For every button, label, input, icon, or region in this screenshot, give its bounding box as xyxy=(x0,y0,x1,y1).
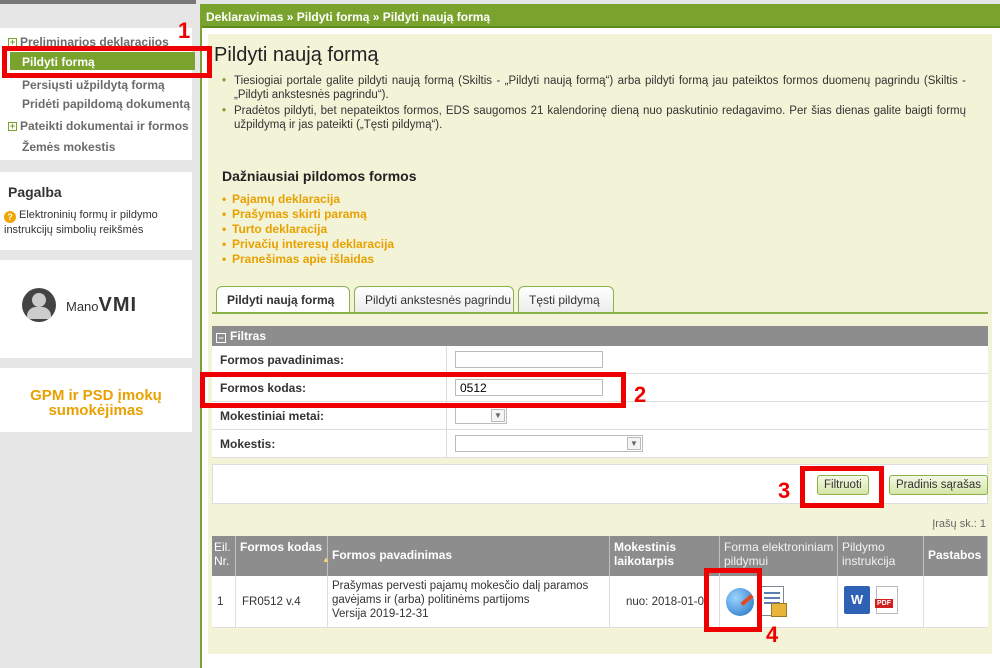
tax-select[interactable]: ▼ xyxy=(455,435,643,452)
frequent-form-link[interactable]: Prašymas skirti paramą xyxy=(222,207,394,222)
info-list: Tiesiogiai portale galite pildyti naują … xyxy=(222,74,966,134)
nav-item-label: Pridėti papildomą dokumentą xyxy=(22,97,191,111)
annotation-box-3 xyxy=(800,466,884,508)
content-panel: Pildyti naują formą Tiesiogiai portale g… xyxy=(208,34,992,654)
info-item: Tiesiogiai portale galite pildyti naują … xyxy=(222,74,966,102)
form-name-line1: Prašymas pervesti pajamų mokesčio dalį p… xyxy=(332,580,589,592)
annotation-box-1 xyxy=(2,46,212,78)
frequent-form-link[interactable]: Pranešimas apie išlaidas xyxy=(222,252,394,267)
breadcrumb: Deklaravimas » Pildyti formą » Pildyti n… xyxy=(206,10,491,24)
annotation-number-1: 1 xyxy=(178,18,191,43)
tab-fill-based-on-previous[interactable]: Pildyti ankstesnės pagrindu xyxy=(354,286,514,312)
col-header-code[interactable]: Formos kodas ▲ xyxy=(236,536,330,576)
filter-title: Filtras xyxy=(230,329,267,343)
user-avatar-icon xyxy=(22,288,56,322)
nav-item-add-document[interactable]: Pridėti papildomą dokumentą xyxy=(22,97,190,111)
question-icon: ? xyxy=(4,211,16,223)
frequent-forms-title: Dažniausiai pildomos formos xyxy=(222,168,417,184)
chevron-down-icon: ▼ xyxy=(491,409,505,422)
nav-item-send-filled-form[interactable]: Persiųsti užpildytą formą xyxy=(22,78,165,92)
page-title: Pildyti naują formą xyxy=(214,44,379,66)
results-table-header: Eil. Nr. Formos kodas ▲ Formos pavadinim… xyxy=(212,536,988,576)
col-header-notes: Pastabos xyxy=(924,536,988,576)
cell-instruction: W PDF xyxy=(838,576,924,628)
tax-year-select[interactable]: ▼ xyxy=(455,407,507,424)
help-link[interactable]: ? Elektroninių formų ir pildymo instrukci… xyxy=(4,208,192,237)
form-version: Versija 2019-12-31 xyxy=(332,608,429,620)
form-name-input[interactable] xyxy=(455,351,603,368)
annotation-box-4 xyxy=(704,568,762,632)
frequent-form-link[interactable]: Privačių interesų deklaracija xyxy=(222,237,394,252)
gpm-payment-banner[interactable]: GPM ir PSD įmokų sumokėjimas xyxy=(0,368,192,432)
expand-icon[interactable]: + xyxy=(8,122,17,131)
help-box: Pagalba ? Elektroninių formų ir pildymo i… xyxy=(0,172,192,250)
frequent-form-link[interactable]: Turto deklaracija xyxy=(222,222,394,237)
cell-name: Prašymas pervesti pajamų mokesčio dalį p… xyxy=(328,576,610,628)
nav-item-land-tax[interactable]: Žemės mokestis xyxy=(22,140,115,154)
nav-item-label: Žemės mokestis xyxy=(22,140,116,154)
frequent-form-link[interactable]: Pajamų deklaracija xyxy=(222,192,394,207)
help-title: Pagalba xyxy=(8,184,62,200)
form-name-line2: gavėjams ir (arba) politinėms partijoms xyxy=(332,594,530,606)
tabs-divider xyxy=(212,312,988,314)
manovmi-logo-text: ManoVMI xyxy=(66,294,137,317)
cell-no: 1 xyxy=(212,576,236,628)
sidebar-top-line xyxy=(0,0,196,4)
gpm-line1: GPM ir PSD įmokų xyxy=(30,387,162,404)
tax-cell: ▼ xyxy=(446,430,988,458)
cell-notes xyxy=(924,576,988,628)
pdf-icon[interactable]: PDF xyxy=(875,586,898,614)
nav-item-label: Persiųsti užpildytą formą xyxy=(22,78,165,92)
tax-label: Mokestis: xyxy=(220,437,276,451)
tax-year-label: Mokestiniai metai: xyxy=(220,409,325,423)
manovmi-prefix: Mano xyxy=(66,299,99,314)
manovmi-banner[interactable]: ManoVMI xyxy=(0,260,192,358)
breadcrumb-bar: Deklaravimas » Pildyti formą » Pildyti n… xyxy=(202,4,1000,28)
tab-fill-new-form[interactable]: Pildyti naują formą xyxy=(216,286,350,314)
info-item: Pradėtos pildyti, bet nepateiktos formos… xyxy=(222,104,966,132)
nav-item-submitted-documents[interactable]: + Pateikti dokumentai ir formos xyxy=(8,119,189,133)
cell-code: FR0512 v.4 xyxy=(236,576,328,628)
form-name-label: Formos pavadinimas: xyxy=(220,353,345,367)
table-row: 1 FR0512 v.4 Prašymas pervesti pajamų mo… xyxy=(212,576,988,628)
help-link-label: Elektroninių formų ir pildymo instrukcij… xyxy=(4,209,158,236)
sign-document-icon[interactable] xyxy=(760,586,787,617)
tab-continue-filling[interactable]: Tęsti pildymą xyxy=(518,286,614,312)
col-header-instruction: Pildymo instrukcija xyxy=(838,536,924,576)
filter-row-name: Formos pavadinimas: xyxy=(212,346,988,374)
col-header-code-label: Formos kodas xyxy=(240,540,323,554)
record-count: Įrašų sk.: 1 xyxy=(932,518,986,530)
chevron-down-icon: ▼ xyxy=(627,437,641,450)
main-area: Deklaravimas » Pildyti formą » Pildyti n… xyxy=(200,4,1000,668)
filter-header[interactable]: − Filtras xyxy=(212,326,988,346)
gpm-line2: sumokėjimas xyxy=(48,402,144,419)
pdf-icon-label: PDF xyxy=(875,599,893,608)
manovmi-suffix: VMI xyxy=(98,294,138,316)
reset-list-button[interactable]: Pradinis sąrašas xyxy=(889,475,989,495)
filter-row-tax: Mokestis: ▼ xyxy=(212,430,988,458)
sidebar: + Preliminarios deklaracijos Pildyti form… xyxy=(0,0,196,668)
nav-item-label: Pateikti dokumentai ir formos xyxy=(20,119,189,133)
word-document-icon[interactable]: W xyxy=(844,586,870,614)
col-header-no: Eil. Nr. xyxy=(212,536,236,576)
annotation-box-2 xyxy=(200,372,626,408)
collapse-icon[interactable]: − xyxy=(216,333,226,343)
form-name-cell xyxy=(446,346,988,374)
frequent-forms-list: Pajamų deklaracija Prašymas skirti param… xyxy=(222,192,394,267)
col-header-name[interactable]: Formos pavadinimas xyxy=(328,536,610,576)
annotation-number-3: 3 xyxy=(778,478,791,503)
annotation-number-2: 2 xyxy=(634,382,647,407)
annotation-number-4: 4 xyxy=(766,622,779,647)
